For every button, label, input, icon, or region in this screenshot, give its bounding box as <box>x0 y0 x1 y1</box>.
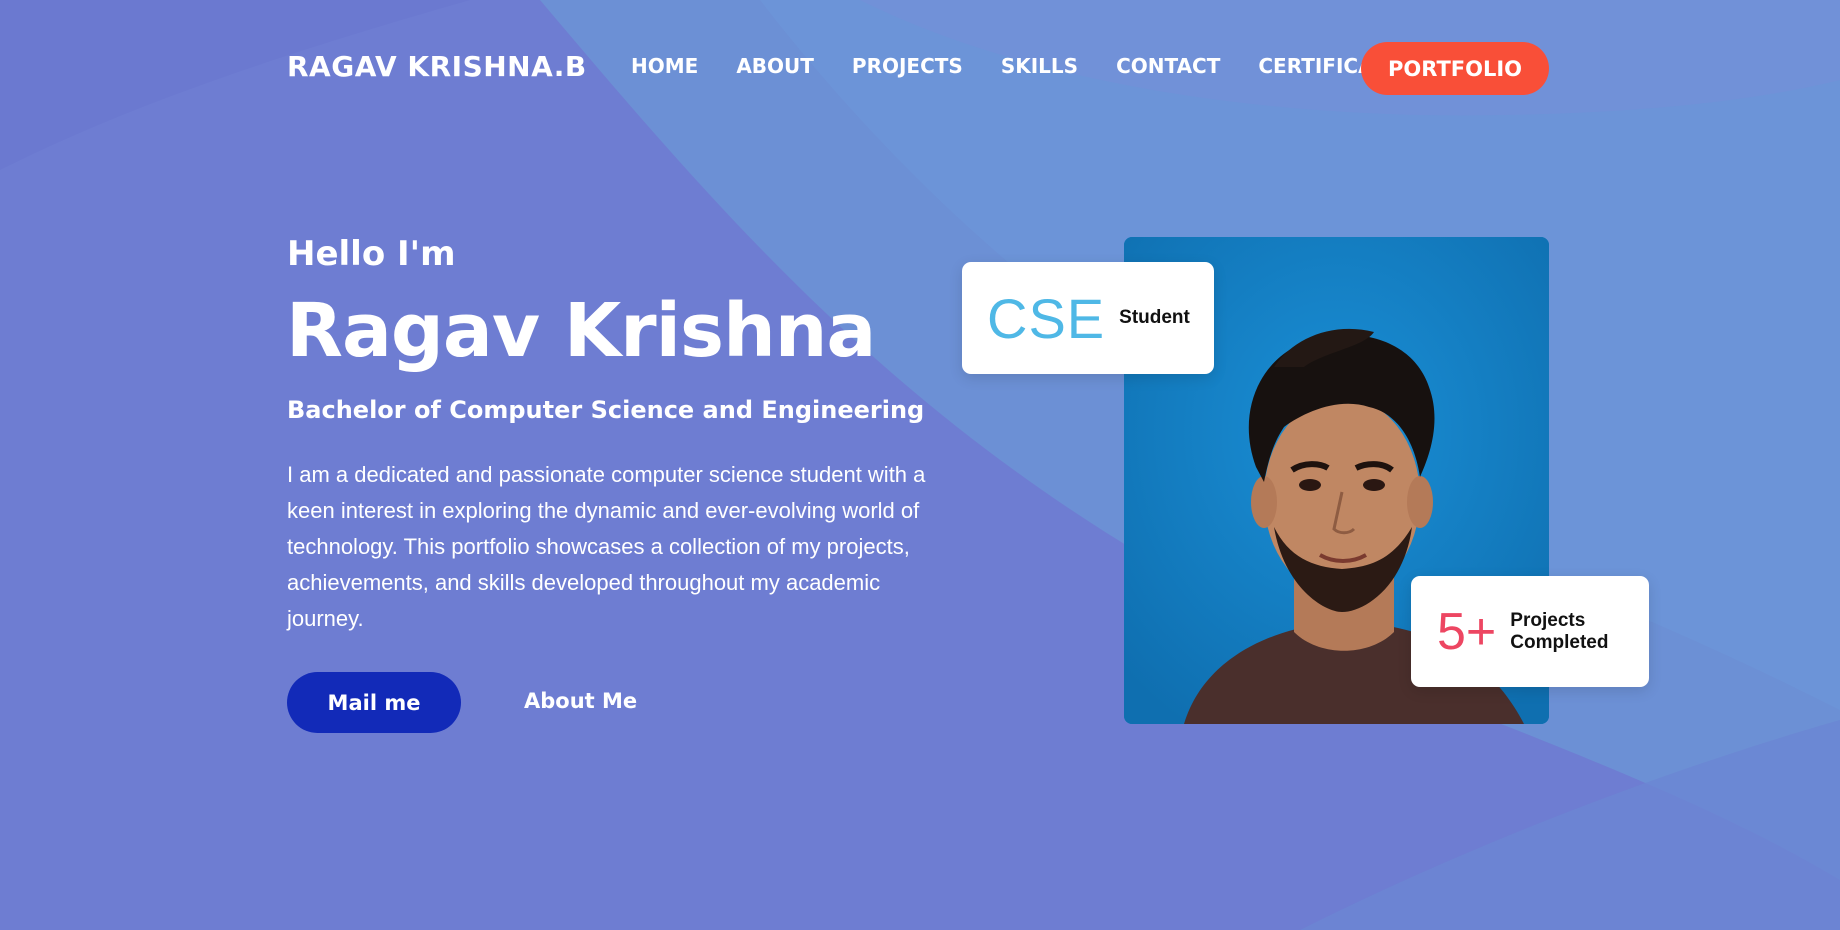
portfolio-button[interactable]: PORTFOLIO <box>1361 42 1549 95</box>
nav-item-home[interactable]: HOME <box>631 54 698 78</box>
nav-item-skills[interactable]: SKILLS <box>1001 54 1078 78</box>
mail-me-button[interactable]: Mail me <box>287 672 461 733</box>
about-me-link[interactable]: About Me <box>524 689 637 713</box>
nav-item-contact[interactable]: CONTACT <box>1116 54 1220 78</box>
projects-completed-card: 5+ Projects Completed <box>1411 576 1649 687</box>
hero-bio: I am a dedicated and passionate computer… <box>287 462 926 631</box>
projects-card-value: 5+ <box>1437 602 1497 661</box>
nav-item-projects[interactable]: PROJECTS <box>852 54 963 78</box>
cse-card-label: Student <box>1119 307 1190 328</box>
hero-name: Ragav Krishna <box>286 288 876 374</box>
hero-greeting: Hello I'm <box>287 234 456 274</box>
cse-card-value: CSE <box>987 286 1106 350</box>
main-nav: HOME ABOUT PROJECTS SKILLS CONTACT CERTI… <box>631 54 1441 78</box>
hero-degree: Bachelor of Computer Science and Enginee… <box>287 396 925 424</box>
nav-item-about[interactable]: ABOUT <box>736 54 814 78</box>
cse-student-card: CSE Student <box>962 262 1214 374</box>
brand-logo[interactable]: RAGAV KRISHNA.B <box>287 50 587 83</box>
projects-card-label: Projects Completed <box>1510 609 1609 653</box>
